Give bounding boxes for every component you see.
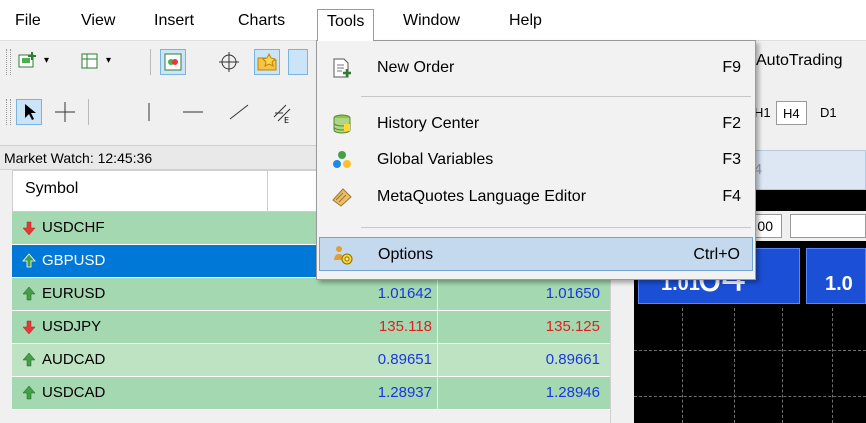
symbol-cell: EURUSD (42, 285, 106, 302)
bid-cell: 1.28937 (377, 384, 432, 401)
menu-item-label: MetaQuotes Language Editor (377, 188, 587, 205)
table-row[interactable]: EURUSD 1.01642 1.01650 (12, 278, 610, 311)
menubar: File View Insert Charts Tools Window Hel… (0, 0, 866, 41)
table-row[interactable]: USDCAD 1.28937 1.28946 (12, 377, 610, 410)
grid-line (832, 308, 833, 423)
equidistant-channel-icon[interactable]: E (270, 99, 296, 125)
menu-item-shortcut: F2 (722, 115, 741, 132)
bid-cell: 0.89651 (377, 351, 432, 368)
column-divider (437, 377, 438, 409)
grid-line (782, 308, 783, 423)
cursor-icon[interactable] (16, 99, 42, 125)
menu-item-metaquotes-language-editor[interactable]: MetaQuotes Language Editor F4 (319, 180, 753, 214)
new-order-icon (333, 58, 351, 78)
grid-line (682, 308, 683, 423)
menu-item-label: History Center (377, 115, 480, 132)
menu-view[interactable]: View (72, 9, 124, 33)
tools-menu-dropdown: New Order F9 History Center F2 Global Va… (316, 40, 756, 280)
toolbar-separator (88, 99, 89, 125)
table-row[interactable]: AUDCAD 0.89651 0.89661 (12, 344, 610, 377)
menu-item-shortcut: F4 (722, 188, 741, 205)
buy-price-box[interactable]: 1.0 (806, 248, 866, 304)
navigator-icon[interactable] (254, 49, 280, 75)
toolbar-grip[interactable] (6, 49, 11, 75)
ask-cell: 1.01650 (545, 285, 600, 302)
timeframe-h4[interactable]: H4 (776, 101, 807, 125)
column-divider (267, 171, 268, 211)
price-up-arrow-icon (22, 286, 36, 301)
data-window-crosshair-icon[interactable] (216, 49, 242, 75)
trendline-icon[interactable] (226, 99, 252, 125)
menu-item-global-variables[interactable]: Global Variables F3 (319, 143, 753, 177)
menu-tools[interactable]: Tools (317, 9, 375, 41)
price-up-arrow-icon (22, 385, 36, 400)
ask-cell: 0.89661 (545, 351, 600, 368)
options-icon (334, 246, 353, 265)
history-center-icon (333, 114, 351, 134)
menu-file[interactable]: File (6, 9, 50, 33)
terminal-icon[interactable] (288, 49, 308, 75)
vertical-line-icon[interactable] (136, 99, 162, 125)
menu-item-shortcut: F3 (722, 151, 741, 168)
toolbar-grip[interactable] (6, 99, 11, 125)
column-symbol[interactable]: Symbol (25, 180, 78, 198)
market-watch-toggle-icon[interactable] (160, 49, 186, 75)
menu-item-new-order[interactable]: New Order F9 (319, 51, 753, 85)
crosshair-icon[interactable] (52, 99, 78, 125)
menu-separator (361, 96, 751, 97)
ask-cell: 1.28946 (545, 384, 600, 401)
bid-cell: 135.118 (378, 318, 432, 335)
grid-line (734, 308, 735, 423)
ask-cell: 135.125 (545, 318, 600, 335)
autotrading-button[interactable]: AutoTrading (756, 52, 843, 70)
menu-charts[interactable]: Charts (229, 9, 294, 33)
menu-insert[interactable]: Insert (145, 9, 203, 33)
price-down-arrow-icon (22, 221, 36, 236)
symbol-cell: USDCAD (42, 384, 106, 401)
menu-help[interactable]: Help (500, 9, 551, 33)
global-variables-icon (333, 151, 351, 168)
symbol-cell: AUDCAD (42, 351, 106, 368)
price-down-arrow-icon (22, 320, 36, 335)
column-divider (437, 278, 438, 310)
menu-item-shortcut: F9 (722, 59, 741, 76)
menu-window[interactable]: Window (394, 9, 469, 33)
bid-cell: 1.01642 (377, 285, 432, 302)
menu-item-shortcut: Ctrl+O (693, 246, 740, 263)
metaeditor-icon (332, 188, 352, 207)
column-divider (437, 344, 438, 376)
symbol-cell: GBPUSD (42, 252, 106, 269)
new-chart-icon[interactable] (16, 49, 42, 75)
column-divider (437, 311, 438, 343)
buy-button[interactable] (790, 214, 866, 238)
toolbar-separator (150, 49, 151, 75)
menu-item-history-center[interactable]: History Center F2 (319, 107, 753, 141)
symbol-cell: USDJPY (42, 318, 102, 335)
table-row[interactable]: USDJPY 135.118 135.125 (12, 311, 610, 344)
grid-line (634, 350, 866, 351)
menu-item-label: New Order (377, 59, 455, 76)
timeframe-d1[interactable]: D1 (814, 101, 843, 125)
menu-item-options[interactable]: Options Ctrl+O (319, 237, 753, 271)
svg-text:E: E (284, 116, 289, 125)
menu-item-label: Options (378, 246, 434, 263)
profiles-icon[interactable] (78, 49, 104, 75)
horizontal-line-icon[interactable] (180, 99, 206, 125)
price-up-arrow-icon (22, 253, 36, 268)
buy-price-small: 1.0 (825, 273, 853, 295)
grid-line (634, 396, 866, 397)
price-up-arrow-icon (22, 352, 36, 367)
symbol-cell: USDCHF (42, 219, 105, 236)
menu-separator (361, 227, 751, 228)
menu-item-label: Global Variables (377, 151, 494, 168)
